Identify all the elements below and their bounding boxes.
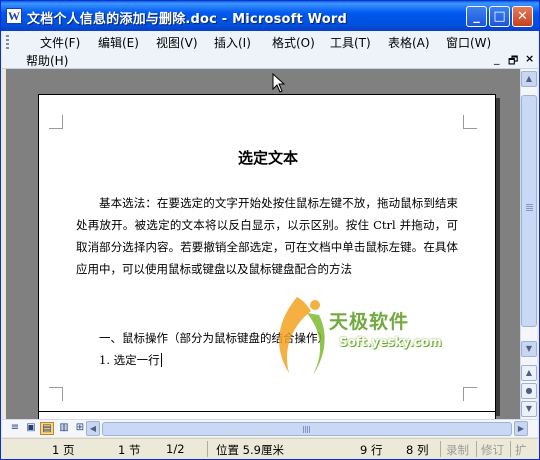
mouse-pointer-icon — [272, 73, 286, 93]
scroll-down-icon[interactable]: ▼ — [521, 341, 537, 357]
vertical-scrollbar[interactable]: ▲ ▼ ▲ ● ▼ — [520, 69, 537, 419]
scroll-left-icon[interactable]: ◀ — [86, 421, 100, 436]
status-page: 1 页 — [52, 443, 75, 457]
print-layout-view-icon[interactable]: ▤ — [40, 422, 54, 435]
window-title: 文档个人信息的添加与删除.doc - Microsoft Word — [27, 12, 347, 27]
menu-table[interactable]: 表格(A) — [388, 34, 430, 51]
status-position: 位置 5.9厘米 — [216, 443, 284, 457]
horizontal-scroll-thumb[interactable] — [102, 422, 512, 436]
hthumb-grip-icon — [303, 426, 311, 433]
status-divider — [207, 441, 208, 457]
doc-minimize-icon[interactable]: _ — [494, 52, 500, 65]
minimize-button[interactable]: _ — [466, 6, 487, 27]
previous-page-icon[interactable]: ▲ — [521, 365, 537, 381]
document-line-1[interactable]: 一、鼠标操作（部分为鼠标键盘的结合操作） — [99, 330, 329, 346]
web-layout-view-icon[interactable]: ▣ — [24, 422, 38, 435]
thumb-grip-icon — [526, 204, 533, 212]
menu-tools[interactable]: 工具(T) — [330, 34, 371, 51]
text-caret — [160, 353, 162, 367]
menu-window[interactable]: 窗口(W) — [446, 34, 491, 51]
menu-bar: 文件(F) 编辑(E) 视图(V) 插入(I) 格式(O) 工具(T) 表格(A… — [2, 31, 538, 69]
watermark-text: 天极软件 — [329, 311, 410, 333]
status-bar: 1 页 1 节 1/2 位置 5.9厘米 9 行 8 列 录制 修订 扩 — [2, 438, 538, 459]
menu-insert[interactable]: 插入(I) — [214, 34, 251, 51]
status-divider — [440, 441, 441, 457]
status-line: 9 行 — [360, 443, 383, 457]
status-divider — [476, 441, 477, 457]
scroll-right-icon[interactable]: ▶ — [514, 421, 528, 436]
status-track-changes[interactable]: 修订 — [481, 442, 504, 458]
maximize-button[interactable]: □ — [489, 6, 510, 27]
normal-view-icon[interactable]: ≡ — [8, 422, 22, 435]
word-app-icon[interactable]: W — [6, 8, 22, 24]
select-browse-object-icon[interactable]: ● — [521, 383, 537, 399]
minimize-icon: _ — [473, 9, 480, 24]
doc-close-icon[interactable]: × — [525, 52, 534, 65]
menu-help[interactable]: 帮助(H) — [26, 52, 68, 69]
horizontal-scrollbar[interactable]: ≡ ▣ ▤ ▥ ⊞ ◀ ▶ — [2, 419, 538, 437]
margin-mark-top-left — [49, 115, 63, 129]
maximize-icon: □ — [493, 9, 506, 24]
menu-edit[interactable]: 编辑(E) — [98, 34, 139, 51]
document-heading[interactable]: 选定文本 — [39, 147, 497, 168]
status-record[interactable]: 录制 — [446, 442, 469, 458]
document-workspace: 选定文本 基本选法：在要选定的文字开始处按住鼠标左键不放，拖动鼠标到结束处再放开… — [6, 69, 520, 419]
status-section: 1 节 — [118, 443, 141, 457]
vertical-scroll-thumb[interactable] — [521, 95, 537, 327]
title-bar[interactable]: W 文档个人信息的添加与删除.doc - Microsoft Word _ □ … — [1, 1, 539, 31]
close-icon: ✕ — [517, 9, 528, 24]
document-line-2[interactable]: 1. 选定一行 — [99, 352, 162, 368]
next-page[interactable] — [38, 411, 496, 419]
status-divider — [510, 441, 511, 457]
word-window: W 文档个人信息的添加与删除.doc - Microsoft Word _ □ … — [0, 0, 540, 460]
scroll-up-icon[interactable]: ▲ — [521, 71, 537, 87]
status-extend[interactable]: 扩 — [515, 442, 527, 458]
watermark-url: Soft.yesky.com — [339, 335, 442, 349]
outline-view-icon[interactable]: ▥ — [57, 422, 71, 435]
document-paragraph[interactable]: 基本选法：在要选定的文字开始处按住鼠标左键不放，拖动鼠标到结束处再放开。被选定的… — [76, 192, 458, 280]
reading-layout-view-icon[interactable]: ⊞ — [73, 422, 87, 435]
close-button[interactable]: ✕ — [512, 6, 533, 27]
menu-format[interactable]: 格式(O) — [272, 34, 315, 51]
status-page-of: 1/2 — [166, 442, 185, 456]
next-page-icon[interactable]: ▼ — [521, 401, 537, 417]
document-line-2-text: 1. 选定一行 — [99, 353, 160, 367]
document-page[interactable]: 选定文本 基本选法：在要选定的文字开始处按住鼠标左键不放，拖动鼠标到结束处再放开… — [38, 94, 496, 412]
menu-file[interactable]: 文件(F) — [40, 34, 80, 51]
margin-mark-top-right — [463, 115, 477, 129]
menu-view[interactable]: 视图(V) — [156, 34, 198, 51]
toolbar-grip-icon[interactable] — [6, 35, 9, 49]
margin-mark-bottom-right — [463, 387, 477, 401]
margin-mark-bottom-left — [49, 387, 63, 401]
status-column: 8 列 — [406, 443, 429, 457]
